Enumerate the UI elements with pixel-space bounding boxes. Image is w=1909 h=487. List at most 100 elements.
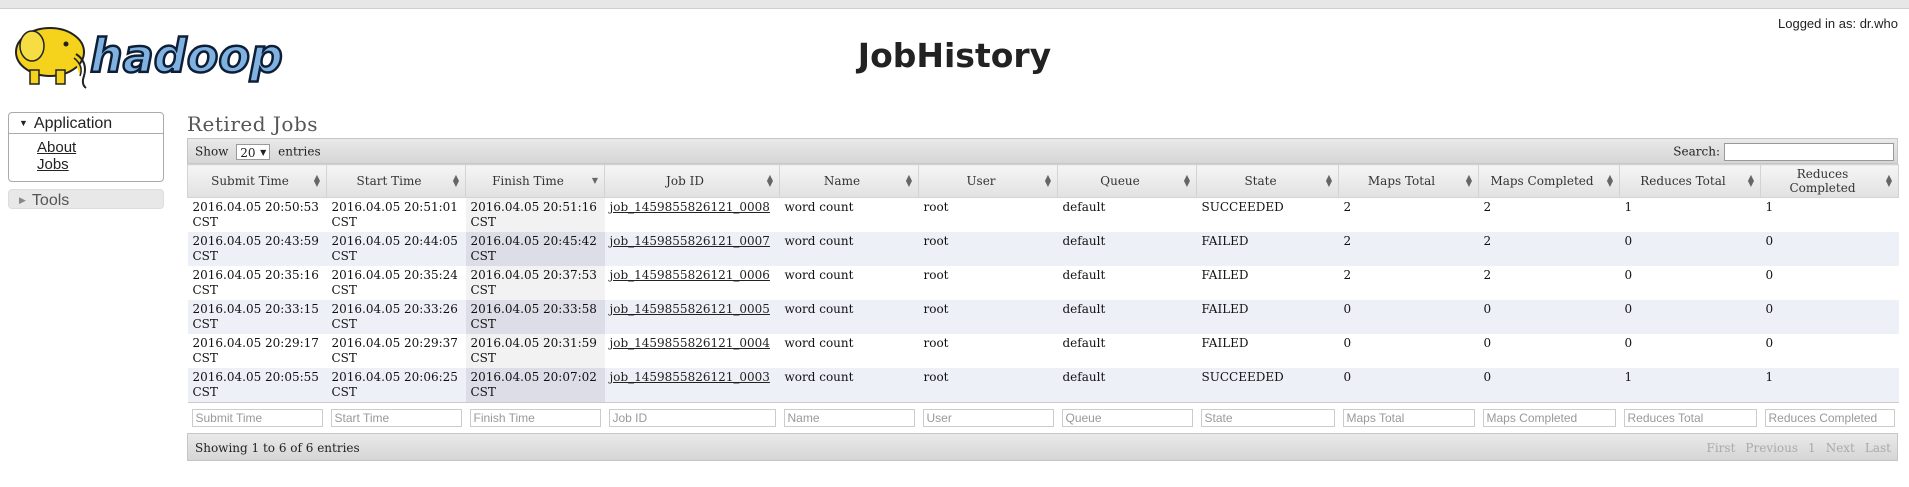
table-cell: 2016.04.05 20:51:01 CST [326,197,466,232]
sidebar-link-about[interactable]: About [37,139,163,156]
column-header[interactable]: Reduces Completed ▲ ▼ [1760,164,1899,198]
column-filter-input[interactable]: Name [783,409,915,427]
next-page-button[interactable]: Next [1826,441,1855,455]
table-cell: 2 [1478,232,1620,266]
column-filter-input[interactable]: State [1200,409,1335,427]
table-cell: 2016.04.05 20:51:16 CST [465,197,605,232]
table-cell: job_1459855826121_0003 [604,368,780,403]
column-filter-input[interactable]: Reduces Total [1623,409,1757,427]
job-id-link[interactable]: job_1459855826121_0007 [610,234,770,248]
column-filter-input[interactable]: User [922,409,1054,427]
sort-both-icon: ▲ ▼ [313,173,320,188]
sidebar-application-header[interactable]: ▼ Application [9,113,163,134]
table-cell: 2016.04.05 20:33:15 CST [187,300,327,334]
column-filter-input[interactable]: Start Time [330,409,462,427]
table-cell: 2016.04.05 20:07:02 CST [465,368,605,403]
dropdown-arrow-icon: ▼ [260,148,267,157]
column-header-label: User [966,174,996,188]
search-control: Search: [1673,143,1894,161]
column-header[interactable]: Name ▲ ▼ [779,164,919,198]
job-id-link[interactable]: job_1459855826121_0005 [610,302,770,316]
sidebar-tools-label: Tools [31,192,70,209]
table-cell: SUCCEEDED [1196,368,1339,403]
table-controls: Show 20 ▼ entries Search: [187,138,1898,164]
table-cell: 0 [1478,334,1620,368]
table-cell: word count [779,368,919,403]
column-header[interactable]: Maps Total ▲ ▼ [1338,164,1479,198]
column-header[interactable]: Job ID ▲ ▼ [604,164,780,198]
column-header[interactable]: Finish Time ▼ [465,164,605,198]
table-cell: 1 [1760,368,1899,403]
table-cell: root [918,266,1058,300]
column-filter-input[interactable]: Submit Time [191,409,323,427]
sort-both-icon: ▲ ▼ [1606,173,1613,188]
table-cell: 1 [1619,368,1761,403]
section-title: Retired Jobs [187,112,319,136]
table-cell: FAILED [1196,232,1339,266]
first-page-button[interactable]: First [1707,441,1736,455]
sort-both-icon: ▲ ▼ [1885,173,1892,188]
sidebar-application-label: Application [33,115,113,132]
job-id-link[interactable]: job_1459855826121_0006 [610,268,770,282]
column-header[interactable]: Reduces Total ▲ ▼ [1619,164,1761,198]
table-cell: 2 [1338,266,1479,300]
job-id-link[interactable]: job_1459855826121_0008 [610,200,770,214]
page-1-button[interactable]: 1 [1808,441,1816,455]
table-cell: 2016.04.05 20:43:59 CST [187,232,327,266]
table-row: 2016.04.05 20:33:15 CST 2016.04.05 20:33:… [187,300,1899,334]
page-length-select[interactable]: 20 ▼ [236,144,271,160]
column-header-label: Start Time [356,174,422,188]
column-filter-input[interactable]: Maps Total [1342,409,1475,427]
sort-both-icon: ▲ ▼ [452,173,459,188]
table-cell: job_1459855826121_0004 [604,334,780,368]
table-cell: job_1459855826121_0008 [604,197,780,232]
column-filter-cell: Queue [1057,402,1197,431]
show-label: Show [195,144,229,159]
column-filter-cell: Job ID [604,402,780,431]
triangle-right-icon: ▶ [19,195,26,205]
search-label: Search: [1673,144,1720,159]
previous-page-button[interactable]: Previous [1745,441,1798,455]
search-input[interactable] [1724,143,1894,161]
column-header[interactable]: User ▲ ▼ [918,164,1058,198]
table-cell: 0 [1619,300,1761,334]
table-cell: word count [779,232,919,266]
column-header-label: State [1244,174,1277,188]
table-cell: FAILED [1196,334,1339,368]
column-header-label: Name [823,174,861,188]
column-header[interactable]: Submit Time ▲ ▼ [187,164,327,198]
column-header-label: Reduces Total [1640,174,1726,188]
table-cell: 2016.04.05 20:37:53 CST [465,266,605,300]
column-filter-input[interactable]: Job ID [608,409,776,427]
column-filter-input[interactable]: Reduces Completed [1764,409,1895,427]
table-cell: 0 [1338,368,1479,403]
column-filter-input[interactable]: Maps Completed [1482,409,1616,427]
sidebar-tools-header[interactable]: ▶ Tools [8,189,164,209]
jobs-table: Submit Time ▲ ▼ Start Time ▲ ▼ Finish Time ▼ Job… [187,164,1899,431]
column-header[interactable]: Maps Completed ▲ ▼ [1478,164,1620,198]
table-cell: 2016.04.05 20:05:55 CST [187,368,327,403]
table-cell: 2016.04.05 20:29:37 CST [326,334,466,368]
column-header[interactable]: Queue ▲ ▼ [1057,164,1197,198]
column-header[interactable]: Start Time ▲ ▼ [326,164,466,198]
column-filter-cell: Start Time [326,402,466,431]
column-header-label: Queue [1100,174,1140,188]
column-filter-input[interactable]: Queue [1061,409,1193,427]
table-cell: job_1459855826121_0005 [604,300,780,334]
table-cell: 2016.04.05 20:06:25 CST [326,368,466,403]
column-filter-input[interactable]: Finish Time [469,409,601,427]
job-id-link[interactable]: job_1459855826121_0003 [610,370,770,384]
column-header-label: Finish Time [492,174,564,188]
sidebar-link-jobs[interactable]: Jobs [37,156,163,173]
table-cell: 0 [1338,334,1479,368]
last-page-button[interactable]: Last [1865,441,1891,455]
column-header[interactable]: State ▲ ▼ [1196,164,1339,198]
table-cell: 2016.04.05 20:45:42 CST [465,232,605,266]
table-cell: default [1057,334,1197,368]
table-cell: 0 [1619,232,1761,266]
table-cell: 2 [1478,266,1620,300]
table-cell: 0 [1338,300,1479,334]
job-id-link[interactable]: job_1459855826121_0004 [610,336,770,350]
column-filter-cell: Name [779,402,919,431]
sort-both-icon: ▲ ▼ [1465,173,1472,188]
